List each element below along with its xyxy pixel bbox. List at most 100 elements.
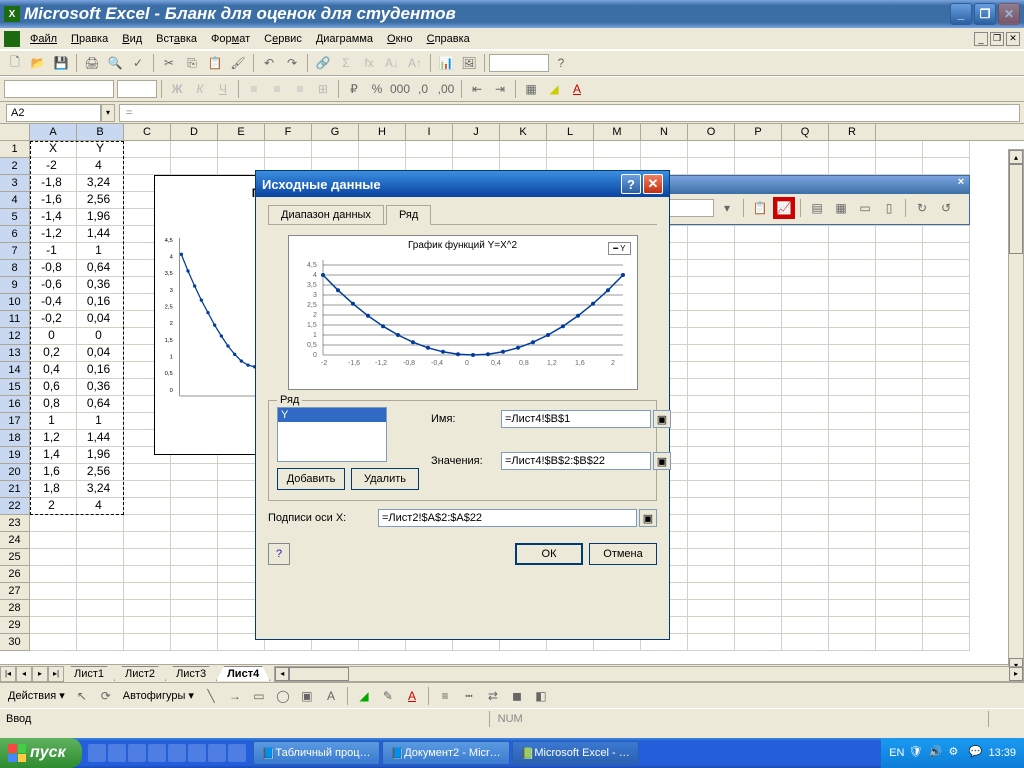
- cell[interactable]: [923, 277, 970, 294]
- row-header[interactable]: 17: [0, 413, 30, 430]
- cell[interactable]: -2: [30, 158, 77, 175]
- cell[interactable]: [923, 413, 970, 430]
- cell[interactable]: 1,4: [30, 447, 77, 464]
- cell[interactable]: [312, 141, 359, 158]
- cell[interactable]: [829, 141, 876, 158]
- font-color-icon[interactable]: A: [401, 685, 423, 707]
- comma-icon[interactable]: 000: [389, 78, 411, 100]
- scroll-right-icon[interactable]: ▸: [1009, 667, 1023, 681]
- arrow-style-icon[interactable]: ⇄: [482, 685, 504, 707]
- menu-window[interactable]: Окно: [381, 31, 419, 47]
- cell[interactable]: [124, 566, 171, 583]
- cell[interactable]: [923, 226, 970, 243]
- cell[interactable]: [171, 600, 218, 617]
- lang-indicator[interactable]: EN: [889, 747, 904, 759]
- col-header[interactable]: O: [688, 124, 735, 140]
- inc-indent-icon[interactable]: ⇥: [489, 78, 511, 100]
- dialog-help-button[interactable]: ?: [621, 174, 641, 194]
- range-picker-icon[interactable]: ▣: [653, 452, 671, 470]
- cell[interactable]: 0,04: [77, 311, 124, 328]
- sheet-tab[interactable]: Лист1: [63, 666, 115, 681]
- menu-format[interactable]: Формат: [205, 31, 256, 47]
- rotate-icon[interactable]: ⟳: [95, 685, 117, 707]
- cell[interactable]: [876, 430, 923, 447]
- col-header[interactable]: H: [359, 124, 406, 140]
- angle-ccw-icon[interactable]: ↺: [935, 197, 957, 219]
- currency-icon[interactable]: ₽: [343, 78, 365, 100]
- cell[interactable]: [171, 566, 218, 583]
- cell[interactable]: [829, 498, 876, 515]
- cell[interactable]: [735, 430, 782, 447]
- ql-icon[interactable]: [208, 744, 226, 762]
- col-header[interactable]: D: [171, 124, 218, 140]
- align-right-icon[interactable]: ≡: [289, 78, 311, 100]
- cell[interactable]: [735, 362, 782, 379]
- cell[interactable]: 0,16: [77, 294, 124, 311]
- cell[interactable]: [782, 260, 829, 277]
- cell[interactable]: [782, 158, 829, 175]
- cell[interactable]: 0,64: [77, 396, 124, 413]
- cell[interactable]: [124, 481, 171, 498]
- next-sheet-icon[interactable]: ▸: [32, 666, 48, 682]
- row-header[interactable]: 28: [0, 600, 30, 617]
- merge-icon[interactable]: ⊞: [312, 78, 334, 100]
- cell[interactable]: [735, 311, 782, 328]
- name-box-dropdown[interactable]: ▾: [101, 104, 115, 122]
- line-icon[interactable]: ╲: [200, 685, 222, 707]
- cell[interactable]: [782, 328, 829, 345]
- cell[interactable]: [688, 294, 735, 311]
- cell[interactable]: [124, 141, 171, 158]
- 3d-icon[interactable]: ◧: [530, 685, 552, 707]
- tray-icon[interactable]: 🔊: [928, 745, 944, 761]
- cell[interactable]: [782, 277, 829, 294]
- cell[interactable]: [876, 600, 923, 617]
- rect-icon[interactable]: ▭: [248, 685, 270, 707]
- cell[interactable]: [124, 532, 171, 549]
- sheet-tab[interactable]: Лист2: [114, 666, 166, 681]
- wordart-icon[interactable]: A: [320, 685, 342, 707]
- cell[interactable]: [876, 532, 923, 549]
- help-icon[interactable]: ?: [550, 52, 572, 74]
- cell[interactable]: [923, 141, 970, 158]
- dec-decimal-icon[interactable]: ,00: [435, 78, 457, 100]
- row-header[interactable]: 16: [0, 396, 30, 413]
- cell[interactable]: [688, 634, 735, 651]
- cell[interactable]: [124, 515, 171, 532]
- cell[interactable]: -0,2: [30, 311, 77, 328]
- scroll-thumb[interactable]: [1009, 164, 1023, 254]
- delete-series-button[interactable]: Удалить: [351, 468, 419, 490]
- row-header[interactable]: 2: [0, 158, 30, 175]
- cell[interactable]: [923, 600, 970, 617]
- name-box[interactable]: A2: [6, 104, 101, 122]
- row-header[interactable]: 6: [0, 226, 30, 243]
- cell[interactable]: [876, 498, 923, 515]
- cell[interactable]: [500, 141, 547, 158]
- cell[interactable]: [829, 430, 876, 447]
- cell[interactable]: [923, 549, 970, 566]
- cell[interactable]: 1,44: [77, 226, 124, 243]
- cell[interactable]: [923, 430, 970, 447]
- cell[interactable]: [77, 515, 124, 532]
- cell[interactable]: [923, 396, 970, 413]
- cell[interactable]: [782, 379, 829, 396]
- ql-icon[interactable]: [108, 744, 126, 762]
- copy-icon[interactable]: ⎘: [181, 52, 203, 74]
- cell[interactable]: [829, 260, 876, 277]
- doc-restore-button[interactable]: ❐: [990, 32, 1004, 46]
- cell[interactable]: [735, 396, 782, 413]
- menu-view[interactable]: Вид: [116, 31, 148, 47]
- cell[interactable]: [876, 260, 923, 277]
- taskbar-item[interactable]: 📘 Документ2 - Micr…: [382, 741, 510, 765]
- cell[interactable]: [782, 226, 829, 243]
- dec-indent-icon[interactable]: ⇤: [466, 78, 488, 100]
- row-header[interactable]: 13: [0, 345, 30, 362]
- cell[interactable]: [876, 617, 923, 634]
- row-header[interactable]: 4: [0, 192, 30, 209]
- cell[interactable]: [876, 141, 923, 158]
- row-header[interactable]: 11: [0, 311, 30, 328]
- cell[interactable]: [829, 311, 876, 328]
- cell[interactable]: X: [30, 141, 77, 158]
- close-button[interactable]: ✕: [998, 3, 1020, 25]
- cell[interactable]: [171, 498, 218, 515]
- cell[interactable]: [876, 481, 923, 498]
